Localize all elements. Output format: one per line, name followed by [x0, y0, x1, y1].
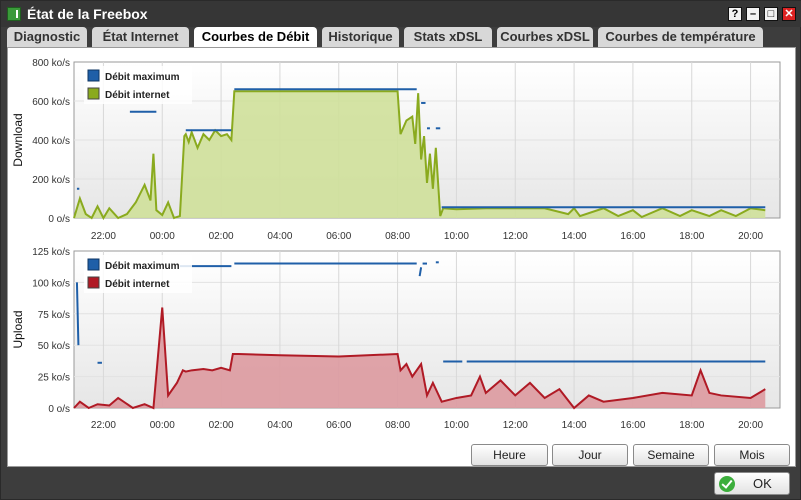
upload-xtick-label: 20:00	[738, 420, 763, 431]
download-xtick-label: 16:00	[620, 231, 645, 242]
upload-ytick-label: 0 o/s	[48, 404, 70, 415]
download-xtick-label: 22:00	[91, 231, 116, 242]
upload-ytick-label: 100 ko/s	[32, 278, 70, 289]
upload-xtick-label: 14:00	[562, 420, 587, 431]
tab-etat-internet[interactable]: État Internet	[92, 27, 189, 47]
upload-xtick-label: 12:00	[503, 420, 528, 431]
upload-xtick-label: 16:00	[620, 420, 645, 431]
download-ytick-label: 600 ko/s	[32, 97, 70, 108]
chart-panel: 0 o/s 200 ko/s 400 ko/s 600 ko/s 800 ko/s 22:…	[7, 47, 796, 467]
upload-xtick-label: 18:00	[679, 420, 704, 431]
download-xtick-label: 02:00	[209, 231, 234, 242]
tab-stats-xdsl[interactable]: Stats xDSL	[404, 27, 492, 47]
upload-xtick-label: 02:00	[209, 420, 234, 431]
upload-ytick-label: 25 ko/s	[38, 373, 70, 384]
download-xtick-label: 18:00	[679, 231, 704, 242]
download-legend-max-label: Débit maximum	[105, 72, 180, 83]
ok-label: OK	[753, 476, 772, 491]
upload-xtick-label: 06:00	[326, 420, 351, 431]
upload-ytick-label: 75 ko/s	[38, 310, 70, 321]
tab-courbes-xdsl[interactable]: Courbes xDSL	[497, 27, 593, 47]
range-week-button[interactable]: Semaine	[633, 444, 709, 466]
throughput-charts: 0 o/s 200 ko/s 400 ko/s 600 ko/s 800 ko/s 22:…	[11, 58, 781, 431]
range-month-button[interactable]: Mois	[714, 444, 790, 466]
upload-xtick-label: 00:00	[150, 420, 175, 431]
maximize-button[interactable]: □	[764, 7, 778, 21]
download-ytick-label: 400 ko/s	[32, 136, 70, 147]
download-legend-internet-swatch	[87, 87, 100, 100]
tab-courbes-temperature[interactable]: Courbes de température	[598, 27, 763, 47]
download-xtick-label: 20:00	[738, 231, 763, 242]
upload-ylabel: Upload	[11, 310, 25, 348]
ok-button[interactable]: OK	[714, 472, 790, 495]
upload-ytick-label: 125 ko/s	[32, 247, 70, 258]
title-bar[interactable]: État de la Freebox ? – □ ✕	[1, 1, 801, 27]
download-xtick-label: 14:00	[562, 231, 587, 242]
upload-xtick-label: 04:00	[267, 420, 292, 431]
range-hour-button[interactable]: Heure	[471, 444, 548, 466]
tab-courbes-de-debit[interactable]: Courbes de Débit	[194, 27, 317, 47]
upload-legend-internet-label: Débit internet	[105, 279, 170, 290]
tab-historique[interactable]: Historique	[322, 27, 399, 47]
download-ytick-label: 200 ko/s	[32, 175, 70, 186]
help-button[interactable]: ?	[728, 7, 742, 21]
download-xtick-label: 06:00	[326, 231, 351, 242]
freebox-status-window: État de la Freebox ? – □ ✕ Diagnostic Ét…	[0, 0, 801, 500]
upload-legend-max-label: Débit maximum	[105, 261, 180, 272]
upload-xtick-label: 22:00	[91, 420, 116, 431]
download-legend-max-swatch	[87, 69, 100, 82]
upload-xtick-label: 08:00	[385, 420, 410, 431]
minimize-button[interactable]: –	[746, 7, 760, 21]
upload-legend-max-swatch	[87, 258, 100, 271]
download-legend-internet-label: Débit internet	[105, 90, 170, 101]
freebox-app-icon	[7, 7, 21, 21]
download-xtick-label: 08:00	[385, 231, 410, 242]
download-xtick-label: 00:00	[150, 231, 175, 242]
download-xtick-label: 12:00	[503, 231, 528, 242]
download-ytick-label: 0 o/s	[48, 214, 70, 225]
download-ylabel: Download	[11, 113, 25, 166]
upload-legend-internet-swatch	[87, 276, 100, 289]
check-icon	[719, 476, 735, 492]
download-xtick-label: 04:00	[267, 231, 292, 242]
close-button[interactable]: ✕	[782, 7, 796, 21]
range-day-button[interactable]: Jour	[552, 444, 628, 466]
upload-xtick-label: 10:00	[444, 420, 469, 431]
tab-diagnostic[interactable]: Diagnostic	[7, 27, 87, 47]
download-xtick-label: 10:00	[444, 231, 469, 242]
window-title: État de la Freebox	[27, 6, 148, 22]
upload-ytick-label: 50 ko/s	[38, 341, 70, 352]
download-ytick-label: 800 ko/s	[32, 58, 70, 69]
